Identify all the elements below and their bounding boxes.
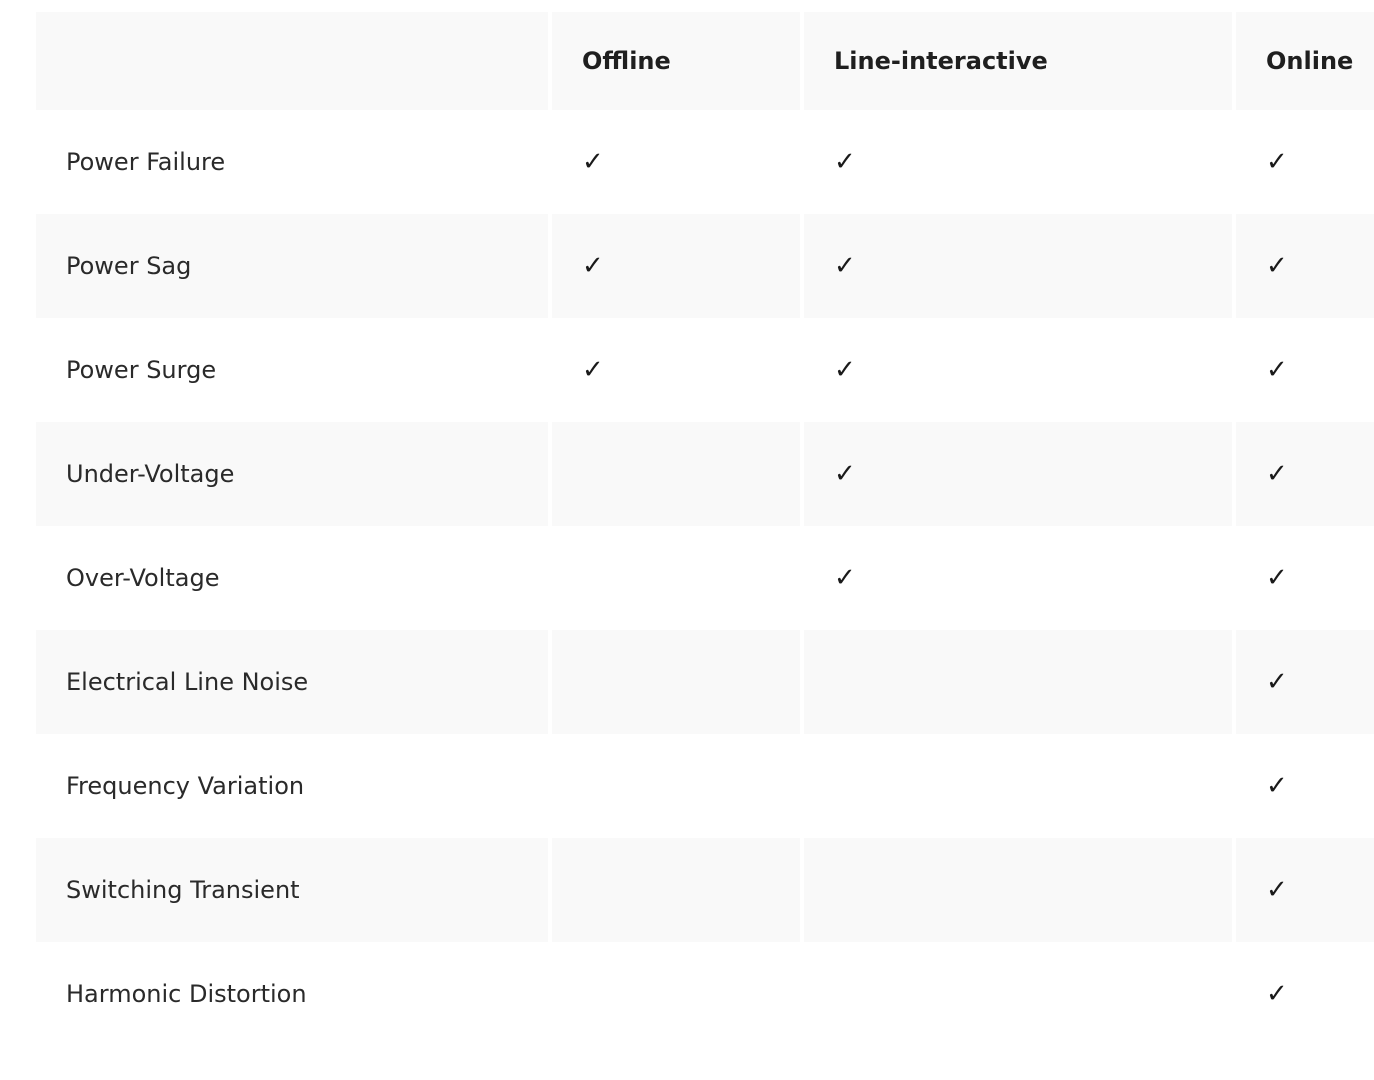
cell-online: ✓ <box>1236 734 1374 838</box>
check-icon: ✓ <box>834 355 856 385</box>
check-icon: ✓ <box>1266 563 1288 593</box>
cell-line-interactive <box>804 838 1236 942</box>
check-icon: ✓ <box>1266 771 1288 801</box>
check-icon: ✓ <box>1266 355 1288 385</box>
table-row: Over-Voltage ✓ ✓ <box>36 526 1374 630</box>
table-body: Power Failure ✓ ✓ ✓ Power Sag ✓ ✓ ✓ Power Surge ✓… <box>36 110 1374 1046</box>
table-row: Frequency Variation ✓ <box>36 734 1374 838</box>
cell-offline <box>552 422 804 526</box>
cell-line-interactive: ✓ <box>804 214 1236 318</box>
cell-online: ✓ <box>1236 214 1374 318</box>
cell-offline: ✓ <box>552 110 804 214</box>
check-icon: ✓ <box>1266 251 1288 281</box>
cell-line-interactive: ✓ <box>804 526 1236 630</box>
row-label: Power Surge <box>36 318 552 422</box>
cell-line-interactive: ✓ <box>804 422 1236 526</box>
cell-offline <box>552 942 804 1046</box>
cell-online: ✓ <box>1236 526 1374 630</box>
cell-offline <box>552 838 804 942</box>
check-icon: ✓ <box>582 251 604 281</box>
check-icon: ✓ <box>1266 875 1288 905</box>
row-label: Frequency Variation <box>36 734 552 838</box>
cell-online: ✓ <box>1236 838 1374 942</box>
cell-offline: ✓ <box>552 214 804 318</box>
check-icon: ✓ <box>1266 979 1288 1009</box>
table-row: Under-Voltage ✓ ✓ <box>36 422 1374 526</box>
table-row: Power Surge ✓ ✓ ✓ <box>36 318 1374 422</box>
table-row: Power Failure ✓ ✓ ✓ <box>36 110 1374 214</box>
cell-line-interactive: ✓ <box>804 110 1236 214</box>
cell-online: ✓ <box>1236 318 1374 422</box>
check-icon: ✓ <box>1266 459 1288 489</box>
header-cell-offline: Offline <box>552 12 804 110</box>
cell-line-interactive <box>804 630 1236 734</box>
page: Offline Line-interactive Online Power Fa… <box>0 0 1374 1080</box>
cell-online: ✓ <box>1236 110 1374 214</box>
cell-line-interactive: ✓ <box>804 318 1236 422</box>
cell-line-interactive <box>804 942 1236 1046</box>
check-icon: ✓ <box>1266 147 1288 177</box>
cell-offline <box>552 734 804 838</box>
check-icon: ✓ <box>1266 667 1288 697</box>
check-icon: ✓ <box>834 459 856 489</box>
header-cell-empty <box>36 12 552 110</box>
cell-online: ✓ <box>1236 422 1374 526</box>
check-icon: ✓ <box>582 355 604 385</box>
cell-offline: ✓ <box>552 318 804 422</box>
table-row: Harmonic Distortion ✓ <box>36 942 1374 1046</box>
check-icon: ✓ <box>834 251 856 281</box>
check-icon: ✓ <box>582 147 604 177</box>
ups-comparison-table: Offline Line-interactive Online Power Fa… <box>36 12 1374 1046</box>
cell-offline <box>552 630 804 734</box>
row-label: Over-Voltage <box>36 526 552 630</box>
cell-online: ✓ <box>1236 942 1374 1046</box>
row-label: Electrical Line Noise <box>36 630 552 734</box>
cell-offline <box>552 526 804 630</box>
header-cell-line-interactive: Line-interactive <box>804 12 1236 110</box>
cell-line-interactive <box>804 734 1236 838</box>
row-label: Power Sag <box>36 214 552 318</box>
row-label: Harmonic Distortion <box>36 942 552 1046</box>
row-label: Power Failure <box>36 110 552 214</box>
header-cell-online: Online <box>1236 12 1374 110</box>
row-label: Under-Voltage <box>36 422 552 526</box>
table-row: Power Sag ✓ ✓ ✓ <box>36 214 1374 318</box>
check-icon: ✓ <box>834 563 856 593</box>
cell-online: ✓ <box>1236 630 1374 734</box>
check-icon: ✓ <box>834 147 856 177</box>
table-header: Offline Line-interactive Online <box>36 12 1374 110</box>
table-row: Switching Transient ✓ <box>36 838 1374 942</box>
table-row: Electrical Line Noise ✓ <box>36 630 1374 734</box>
row-label: Switching Transient <box>36 838 552 942</box>
header-row: Offline Line-interactive Online <box>36 12 1374 110</box>
